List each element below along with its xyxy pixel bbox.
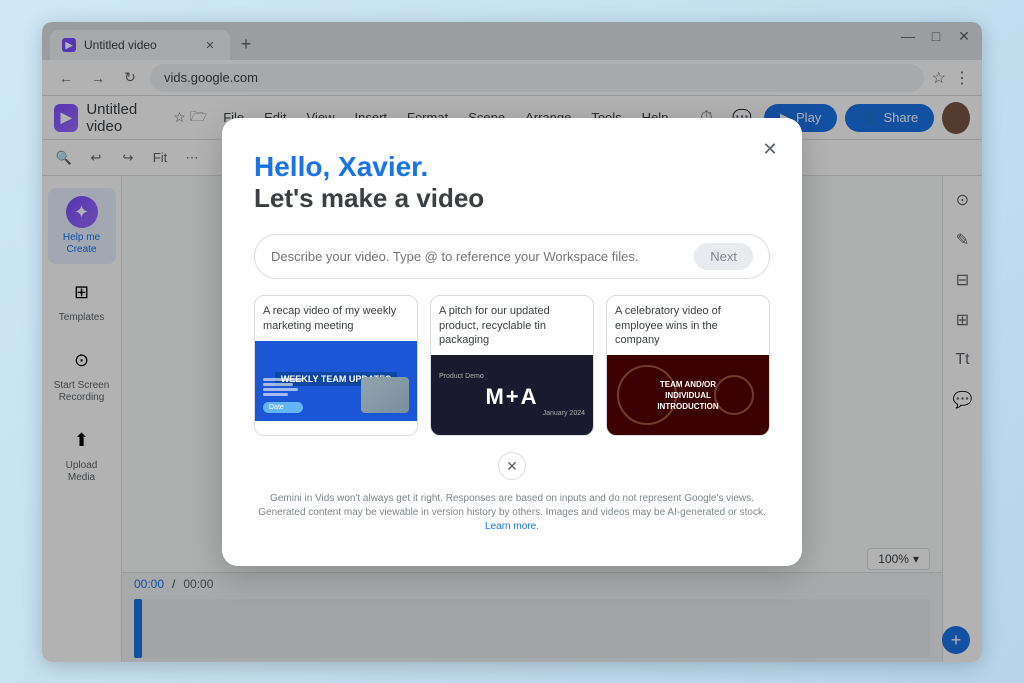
dialog-subtitle: Let's make a video <box>254 183 770 214</box>
dialog-input-row: Next <box>254 234 770 279</box>
carousel-close-button[interactable]: ✕ <box>498 452 526 480</box>
help-create-dialog: ✕ Hello, Xavier. Let's make a video Next… <box>222 118 802 567</box>
suggestion-thumbnail-3: TEAM AND/ORINDIVIDUALINTRODUCTION <box>607 355 769 435</box>
thumb-lines: Date <box>263 378 303 413</box>
suggestion-card-3[interactable]: A celebratory video of employee wins in … <box>606 295 770 436</box>
dialog-disclaimer: Gemini in Vids won't always get it right… <box>254 492 770 534</box>
team-intro-text: TEAM AND/ORINDIVIDUALINTRODUCTION <box>657 379 718 413</box>
suggestions-grid: A recap video of my weekly marketing mee… <box>254 295 770 436</box>
dialog-greeting: Hello, Xavier. <box>254 151 428 182</box>
product-demo-header: Product Demo <box>431 373 484 380</box>
suggestion-label-2: A pitch for our updated product, recycla… <box>431 296 593 355</box>
suggestion-label-3: A celebratory video of employee wins in … <box>607 296 769 355</box>
close-icon: ✕ <box>762 139 777 160</box>
next-button[interactable]: Next <box>694 243 753 270</box>
suggestion-card-2[interactable]: A pitch for our updated product, recycla… <box>430 295 594 436</box>
dialog-title: Hello, Xavier. Let's make a video <box>254 150 770 215</box>
disclaimer-text: Gemini in Vids won't always get it right… <box>258 493 766 518</box>
dialog-close-button[interactable]: ✕ <box>754 134 786 166</box>
suggestion-card-1[interactable]: A recap video of my weekly marketing mee… <box>254 295 418 436</box>
product-demo-date: January 2024 <box>543 410 593 417</box>
suggestion-thumbnail-1: WEEKLY TEAM UPDATES Date <box>255 341 417 421</box>
carousel-x-icon: ✕ <box>506 458 518 475</box>
video-description-input[interactable] <box>271 249 686 264</box>
suggestion-label-1: A recap video of my weekly marketing mee… <box>255 296 417 341</box>
browser-window: ▶ Untitled video ✕ + — □ ✕ ← → ↻ vids.go… <box>42 22 982 662</box>
decorative-circle-2 <box>714 375 754 415</box>
dialog-overlay: ✕ Hello, Xavier. Let's make a video Next… <box>42 22 982 662</box>
carousel-controls: ✕ <box>254 452 770 480</box>
product-demo-main: M+A <box>485 384 538 410</box>
learn-more-link[interactable]: Learn more. <box>485 521 539 532</box>
suggestion-thumbnail-2: Product Demo M+A January 2024 <box>431 355 593 435</box>
